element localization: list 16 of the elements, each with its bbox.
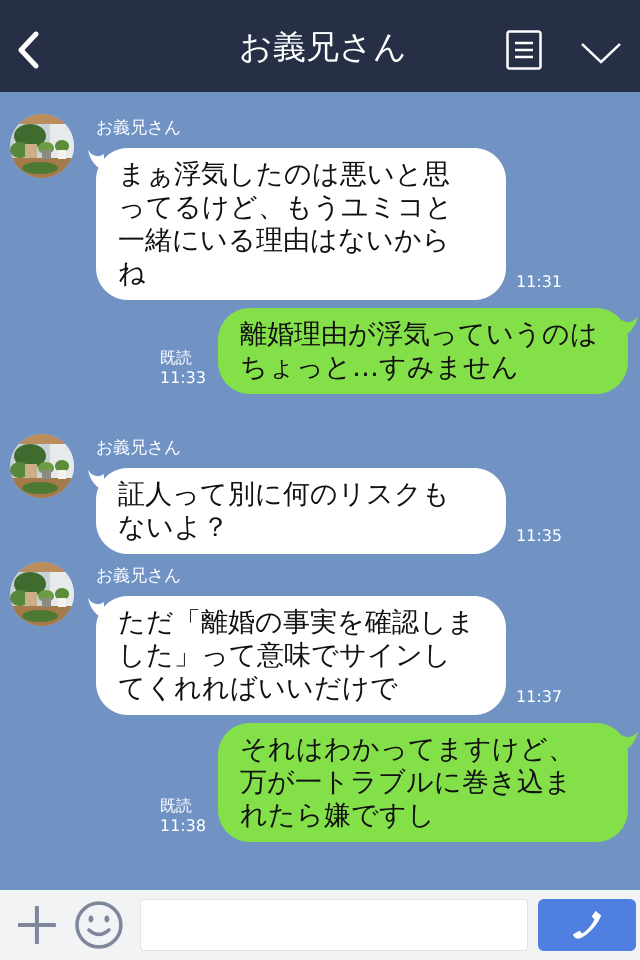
message-bubble: それはわかってますけど、万が一トラブルに巻き込まれたら嫌ですし	[218, 723, 628, 842]
message-time: 11:37	[516, 687, 562, 707]
read-receipt: 既読	[160, 796, 193, 816]
message-time: 11:38	[160, 816, 206, 836]
message-time: 11:35	[516, 526, 562, 546]
sender-name: お義兄さん	[96, 566, 182, 586]
read-receipt: 既読	[160, 348, 193, 368]
sender-name: お義兄さん	[96, 118, 182, 138]
message-bubble: 証人って別に何のリスクもないよ？	[96, 468, 506, 554]
message-bubble: まぁ浮気したのは悪いと思ってるけど、もうユミコと一緒にいる理由はないからね	[96, 148, 506, 300]
message-bubble: 離婚理由が浮気っていうのはちょっと…すみません	[218, 308, 628, 394]
chat-title: お義兄さん	[238, 26, 408, 68]
message-bubble: ただ「離婚の事実を確認しました」って意味でサインしてくれればいいだけで	[96, 596, 506, 715]
message-time: 11:31	[516, 272, 562, 292]
message-time: 11:33	[160, 368, 206, 388]
sender-name: お義兄さん	[96, 438, 182, 458]
